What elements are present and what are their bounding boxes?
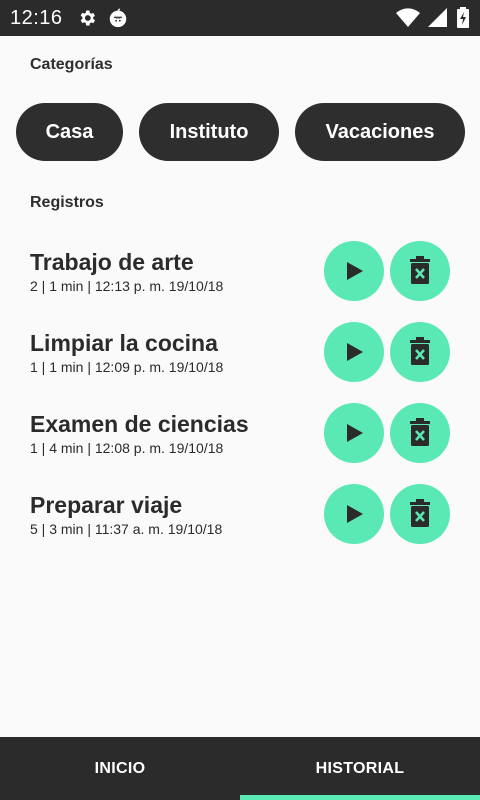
play-icon — [344, 342, 364, 362]
delete-button[interactable] — [390, 484, 450, 544]
delete-button[interactable] — [390, 322, 450, 382]
record-title: Limpiar la cocina — [30, 330, 218, 356]
record-meta: 2 | 1 min | 12:13 p. m. 19/10/18 — [30, 278, 224, 294]
category-chip-vacaciones[interactable]: Vacaciones — [295, 103, 465, 161]
records-heading: Registros — [30, 194, 104, 211]
delete-icon — [408, 418, 432, 448]
delete-icon — [408, 499, 432, 529]
active-tab-indicator — [240, 795, 480, 800]
cellular-signal-icon — [428, 8, 448, 28]
delete-icon — [408, 256, 432, 286]
app-notification-icon — [107, 7, 129, 29]
category-chip-casa[interactable]: Casa — [16, 103, 123, 161]
play-button[interactable] — [324, 241, 384, 301]
record-item: Trabajo de arte 2 | 1 min | 12:13 p. m. … — [0, 241, 480, 322]
tab-historial[interactable]: HISTORIAL — [240, 737, 480, 800]
record-item: Examen de ciencias 1 | 4 min | 12:08 p. … — [0, 403, 480, 484]
bottom-navigation: INICIO HISTORIAL — [0, 737, 480, 800]
record-item: Limpiar la cocina 1 | 1 min | 12:09 p. m… — [0, 322, 480, 403]
status-time: 12:16 — [10, 6, 63, 29]
play-button[interactable] — [324, 403, 384, 463]
record-meta: 1 | 4 min | 12:08 p. m. 19/10/18 — [30, 440, 224, 456]
delete-icon — [408, 337, 432, 367]
tab-inicio-label: INICIO — [94, 759, 146, 777]
record-title: Preparar viaje — [30, 492, 183, 518]
record-meta: 5 | 3 min | 11:37 a. m. 19/10/18 — [30, 521, 223, 537]
wifi-icon — [396, 8, 420, 28]
status-bar: 12:16 — [0, 0, 480, 36]
record-title: Trabajo de arte — [30, 249, 194, 275]
record-title: Examen de ciencias — [30, 411, 249, 437]
battery-charging-icon — [456, 7, 470, 29]
settings-gear-icon — [77, 8, 97, 28]
record-item: Preparar viaje 5 | 3 min | 11:37 a. m. 1… — [0, 484, 480, 565]
category-chip-instituto[interactable]: Instituto — [139, 103, 279, 161]
play-button[interactable] — [324, 484, 384, 544]
delete-button[interactable] — [390, 403, 450, 463]
categories-heading: Categorías — [30, 56, 113, 73]
tab-historial-label: HISTORIAL — [315, 759, 405, 777]
play-icon — [344, 261, 364, 281]
delete-button[interactable] — [390, 241, 450, 301]
play-button[interactable] — [324, 322, 384, 382]
play-icon — [344, 504, 364, 524]
play-icon — [344, 423, 364, 443]
record-meta: 1 | 1 min | 12:09 p. m. 19/10/18 — [30, 359, 224, 375]
tab-inicio[interactable]: INICIO — [0, 737, 240, 800]
